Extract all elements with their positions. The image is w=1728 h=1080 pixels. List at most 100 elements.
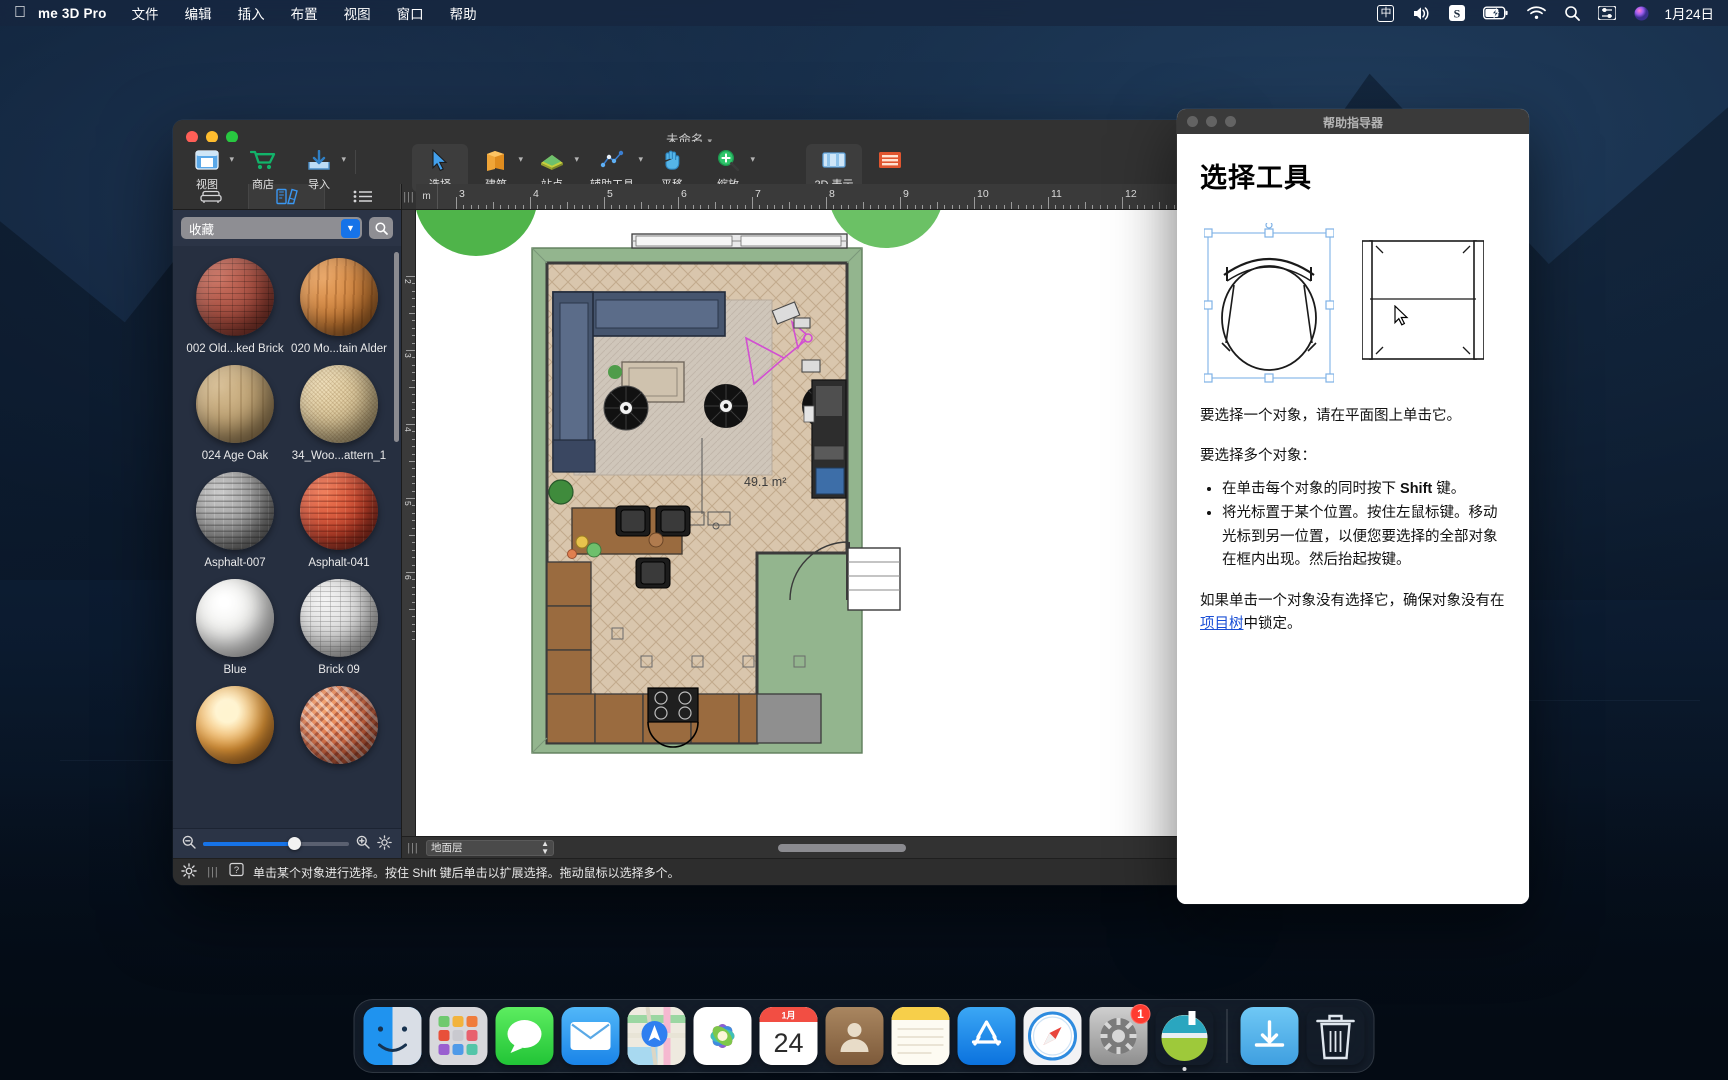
menubar-clock[interactable]: 1月24日 — [1658, 3, 1728, 23]
panel-resize-grip[interactable]: ||| — [402, 191, 416, 203]
snipaste-icon[interactable]: S — [1440, 5, 1474, 21]
menu-item-file[interactable]: 文件 — [119, 3, 172, 23]
horizontal-scrollbar[interactable] — [560, 843, 1201, 852]
menu-item-window[interactable]: 窗口 — [384, 3, 437, 23]
materials-scrollbar[interactable] — [394, 252, 399, 442]
menu-item-arrange[interactable]: 布置 — [278, 3, 331, 23]
chevron-down-icon[interactable]: ▾ — [750, 154, 755, 165]
dock-item-system-settings[interactable]: 1 — [1089, 1004, 1151, 1065]
material-swatch[interactable] — [300, 365, 378, 443]
material-swatch[interactable] — [196, 365, 274, 443]
menu-item-help[interactable]: 帮助 — [437, 3, 490, 23]
chevron-down-icon[interactable]: ▼ — [341, 218, 360, 238]
material-swatch[interactable] — [300, 686, 378, 764]
chevron-down-icon[interactable]: ▾ — [229, 154, 234, 165]
grip-dots-icon[interactable]: ||| — [206, 866, 220, 878]
material-item[interactable]: Asphalt-007 — [183, 466, 287, 573]
chevron-down-icon[interactable]: ▾ — [574, 154, 579, 165]
magnifier-minus-icon[interactable] — [182, 835, 196, 852]
chevron-down-icon[interactable]: ▾ — [518, 154, 523, 165]
material-item[interactable]: Brick 09 — [287, 573, 391, 680]
bullet-pre: 将光标置于某个位置。按住左鼠标键。移动光标到另一位置，以便您要选择的全部对象在框… — [1222, 505, 1498, 569]
wifi-icon[interactable] — [1518, 6, 1555, 20]
plan-bottom-bar[interactable]: ||| 地面层 ▲ ▼ — [402, 836, 1205, 858]
menu-item-insert[interactable]: 插入 — [225, 3, 278, 23]
dock-item-downloads-folder[interactable] — [1240, 1007, 1299, 1065]
left-panel-footer[interactable] — [173, 828, 401, 858]
category-dropdown[interactable]: 收藏 ▼ — [181, 217, 362, 239]
left-panel[interactable]: 收藏 ▼ 002 Old...ked Brick 020 Mo...tain A… — [173, 184, 402, 858]
app-window[interactable]: 未命名 ▾ 视图 ▾ 商店 导入 ▾ ▾ ▾ ▾ ▾ 收藏 ▼ 002 Old.… — [173, 120, 1205, 885]
control-center-icon[interactable] — [1589, 6, 1625, 20]
plan-area[interactable]: ||| m 345678910111213 23456 — [402, 183, 1205, 858]
material-item[interactable]: 002 Old...ked Brick — [183, 252, 287, 359]
volume-icon[interactable] — [1403, 6, 1440, 21]
chevron-down-icon[interactable]: ▾ — [638, 154, 643, 165]
dock-item-trash[interactable] — [1307, 1007, 1365, 1065]
dock-item-finder[interactable] — [363, 1007, 422, 1065]
material-item[interactable]: 34_Woo...attern_1 — [287, 359, 391, 466]
app-titlebar[interactable]: 未命名 ▾ 视图 ▾ 商店 导入 ▾ ▾ ▾ ▾ ▾ — [173, 120, 1205, 192]
material-swatch[interactable] — [196, 686, 274, 764]
menu-item-edit[interactable]: 编辑 — [172, 3, 225, 23]
dock-item-app-store[interactable] — [957, 1007, 1016, 1065]
material-item[interactable]: 020 Mo...tain Alder — [287, 252, 391, 359]
thumbnail-size-slider[interactable] — [203, 837, 349, 850]
gear-icon[interactable] — [377, 834, 392, 853]
material-swatch[interactable] — [300, 258, 378, 336]
dock-item-photos[interactable] — [693, 1007, 752, 1065]
input-source-chinese-icon[interactable]: 中 — [1368, 4, 1403, 22]
scrollbar-thumb[interactable] — [777, 843, 907, 852]
dock-item-live-home-3d[interactable] — [1156, 1007, 1214, 1071]
menu-bar[interactable]:  me 3D Pro 文件 编辑 插入 布置 视图 窗口 帮助 中 S 1月2… — [0, 0, 1728, 26]
help-titlebar[interactable]: 帮助指导器 — [1177, 109, 1529, 134]
question-mark-icon[interactable]: ? — [229, 862, 244, 882]
dock-item-messages[interactable] — [495, 1007, 554, 1065]
ruler-tick-minor — [922, 204, 924, 209]
dock-item-launchpad[interactable] — [429, 1007, 488, 1065]
panel-resize-grip[interactable]: ||| — [406, 842, 420, 854]
gear-icon[interactable] — [181, 862, 197, 882]
help-window[interactable]: 帮助指导器 选择工具 要选择一个对象，请在平面图上单击它。 要选择多个对象： •… — [1177, 109, 1529, 904]
app-toolbar[interactable]: 视图 ▾ 商店 导入 ▾ ▾ ▾ ▾ ▾ — [173, 142, 1205, 192]
toolbar-button-store[interactable]: 商店 — [235, 144, 291, 192]
material-item[interactable]: Asphalt-041 — [287, 466, 391, 573]
slider-knob[interactable] — [287, 837, 301, 850]
dock-item-maps[interactable] — [627, 1007, 686, 1065]
floor-plan-canvas[interactable]: 49.1 m² — [416, 210, 1205, 836]
dock-item-contacts[interactable] — [825, 1007, 884, 1065]
magnifier-plus-icon[interactable] — [356, 835, 370, 852]
toolbar-button-view[interactable]: 视图 ▾ — [179, 144, 235, 192]
material-swatch[interactable] — [196, 472, 274, 550]
menu-app-name[interactable]: me 3D Pro — [38, 6, 119, 21]
apple-logo-icon[interactable]:  — [0, 5, 38, 21]
material-item[interactable]: 024 Age Oak — [183, 359, 287, 466]
dock-item-safari[interactable] — [1023, 1007, 1082, 1065]
level-selector[interactable]: 地面层 ▲ ▼ — [426, 839, 554, 856]
material-item[interactable]: Blue — [183, 573, 287, 680]
exterior-steps — [847, 547, 901, 611]
material-search-row[interactable]: 收藏 ▼ — [173, 210, 401, 246]
material-swatch[interactable] — [300, 472, 378, 550]
dock-item-mail[interactable] — [561, 1007, 620, 1065]
material-swatch[interactable] — [196, 258, 274, 336]
siri-icon[interactable] — [1625, 6, 1658, 21]
material-swatch[interactable] — [300, 579, 378, 657]
stepper-icon[interactable]: ▲ ▼ — [541, 839, 549, 856]
chevron-down-icon[interactable]: ▾ — [341, 154, 346, 165]
search-icon[interactable] — [1555, 5, 1589, 21]
material-item[interactable] — [183, 680, 287, 775]
dock-item-notes[interactable] — [891, 1007, 950, 1065]
project-tree-link[interactable]: 项目树 — [1200, 616, 1244, 632]
material-item[interactable] — [287, 680, 391, 775]
dock[interactable]: 1月 24 1 — [353, 999, 1375, 1073]
material-swatch[interactable] — [196, 579, 274, 657]
toolbar-button-3d-view[interactable] — [862, 144, 918, 176]
toolbar-button-import[interactable]: 导入 ▾ — [291, 144, 347, 192]
battery-charging-icon[interactable] — [1474, 6, 1518, 20]
search-button[interactable] — [369, 217, 393, 239]
menu-item-view[interactable]: 视图 — [331, 3, 384, 23]
materials-scroll-area[interactable]: 002 Old...ked Brick 020 Mo...tain Alder … — [173, 246, 401, 828]
dock-item-calendar[interactable]: 1月 24 — [759, 1007, 818, 1065]
bullet-post: 键。 — [1432, 480, 1466, 497]
